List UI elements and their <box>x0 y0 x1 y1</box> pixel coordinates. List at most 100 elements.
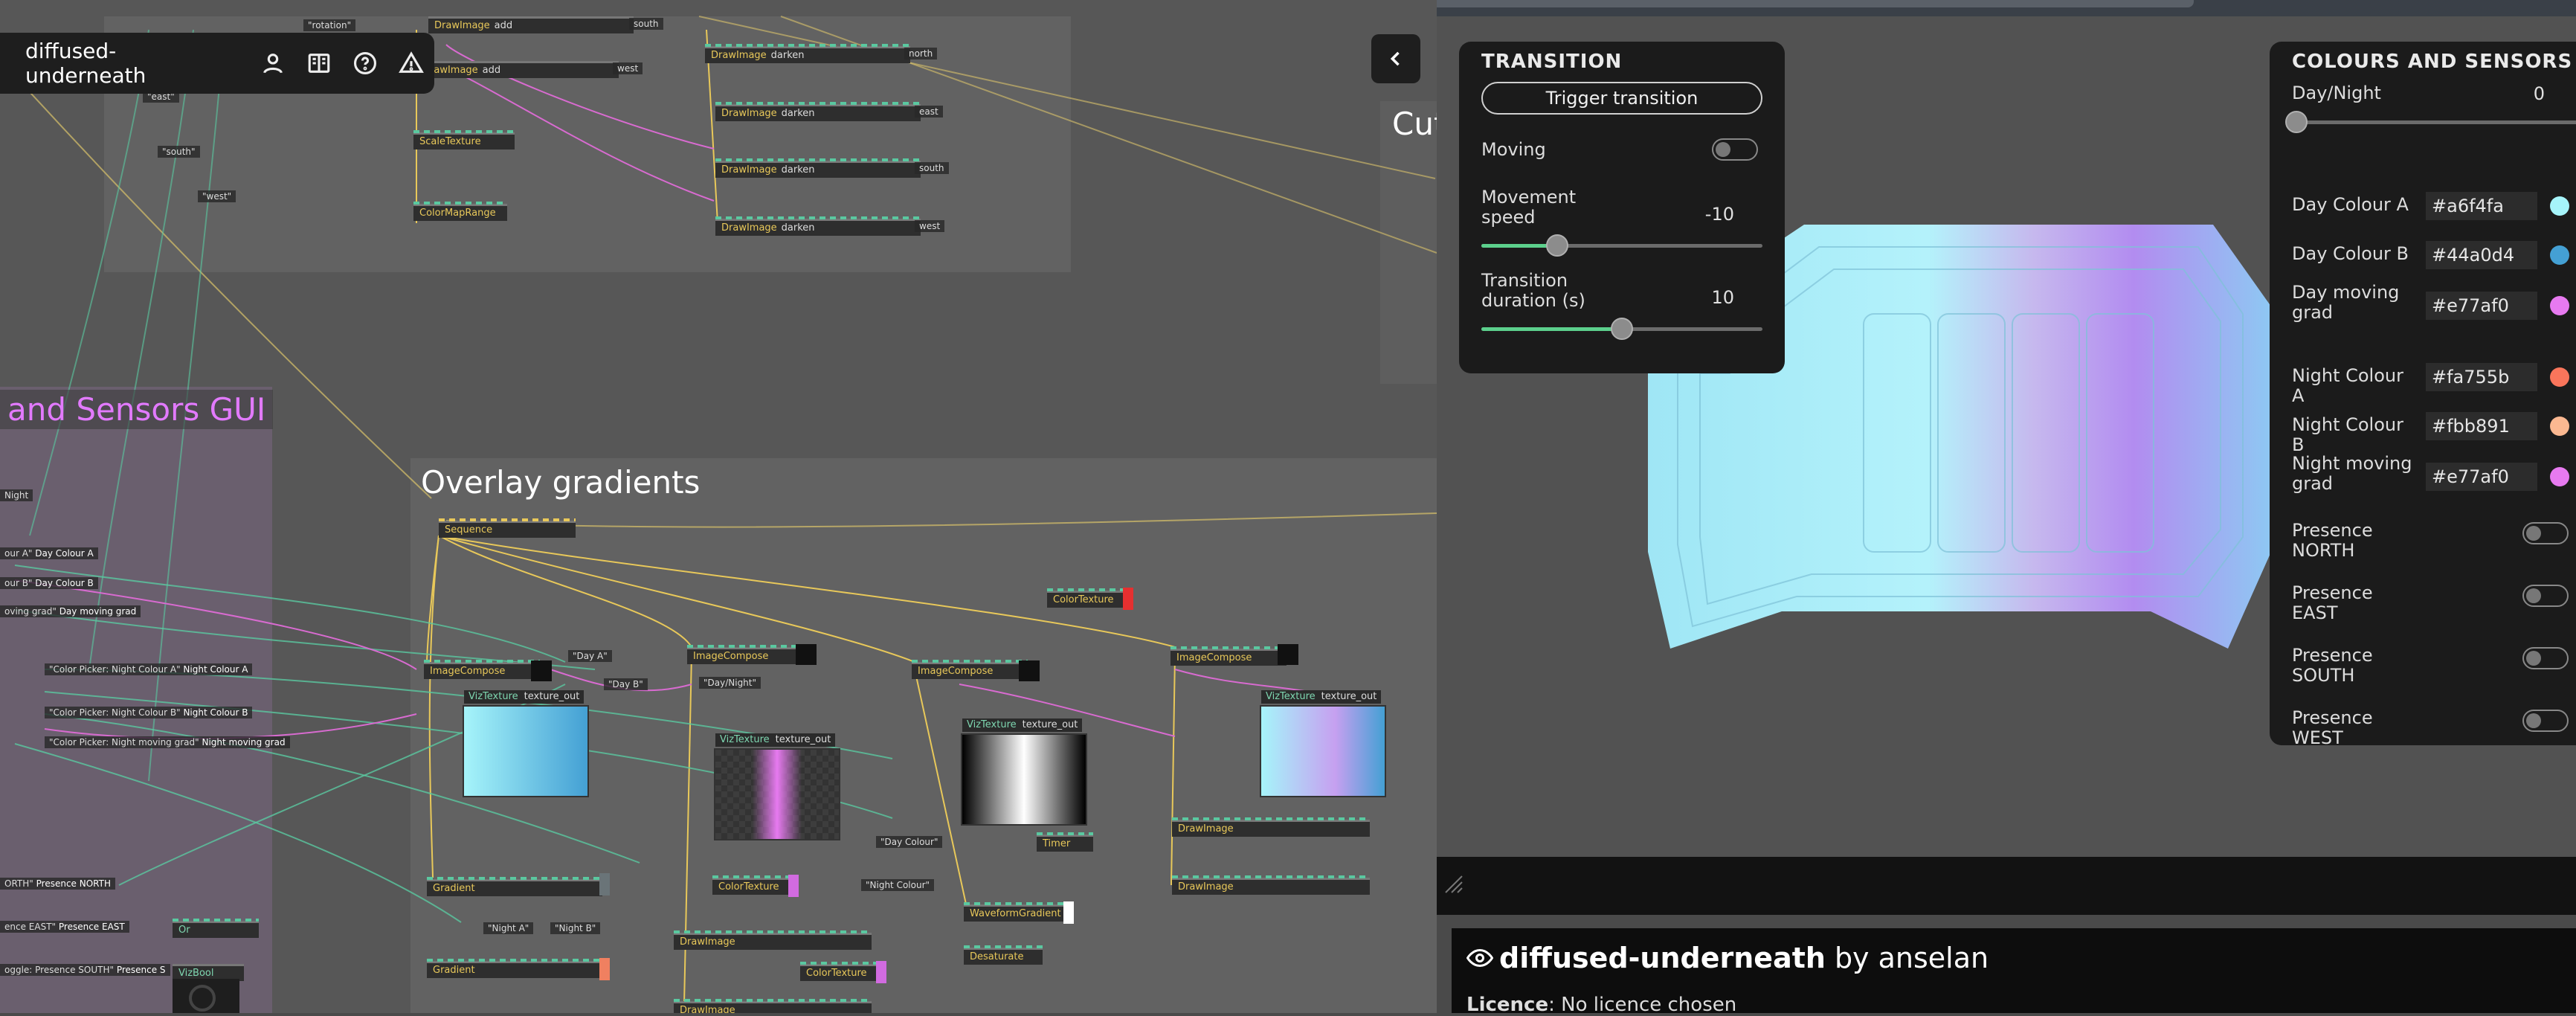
collapse-panel-button[interactable] <box>1371 34 1420 83</box>
op-drawimage-darken-east[interactable]: DrawImage darken <box>715 102 921 121</box>
string-daynight[interactable]: "Day/Night" <box>699 677 761 689</box>
patch-editor[interactable]: "rotation" "east" "south" "west" DrawIma… <box>0 0 1437 1013</box>
op-colortexture-2[interactable]: ColorTexture <box>712 875 799 895</box>
op-or[interactable]: Or <box>173 919 259 938</box>
string-day-a[interactable]: "Day A" <box>568 650 612 662</box>
string-night-colour[interactable]: "Night Colour" <box>861 879 935 891</box>
help-icon[interactable] <box>351 48 379 78</box>
project-name[interactable]: diffused-underneath <box>25 39 227 88</box>
colour-swatch[interactable] <box>2550 367 2569 387</box>
colour-swatch[interactable] <box>2550 296 2569 315</box>
op-ports[interactable] <box>1047 588 1133 591</box>
op-sequence[interactable]: Sequence <box>439 518 576 538</box>
gui-tag-day-colour-b[interactable]: our B" Day Colour B <box>0 577 98 589</box>
gui-tag-presence-north[interactable]: ORTH" Presence NORTH <box>0 878 115 890</box>
op-imagecompose-4[interactable]: ImageCompose <box>1171 646 1287 666</box>
op-drawimage-ov-2[interactable]: DrawImage <box>674 999 872 1013</box>
op-ports[interactable] <box>1037 832 1093 835</box>
op-ports[interactable] <box>715 158 921 161</box>
op-ports[interactable] <box>173 919 259 922</box>
op-scaletexture[interactable]: ScaleTexture <box>413 130 515 149</box>
op-ports[interactable] <box>413 130 515 133</box>
op-ports[interactable] <box>427 959 602 962</box>
viztexture-3-header[interactable]: VizTexture texture_out <box>962 718 1083 732</box>
trigger-transition-button[interactable]: Trigger transition <box>1481 82 1762 115</box>
duration-slider[interactable] <box>1481 318 1762 340</box>
subpatch-title-overlay[interactable]: Overlay gradients <box>413 463 707 502</box>
string-day-colour[interactable]: "Day Colour" <box>876 836 943 848</box>
colour-swatch[interactable] <box>2550 245 2569 265</box>
viztexture-4-header[interactable]: VizTexture texture_out <box>1261 690 1382 704</box>
colour-hex-input[interactable]: #e77af0 <box>2426 292 2537 320</box>
op-ports[interactable] <box>439 518 576 521</box>
string-west[interactable]: "west" <box>198 190 236 202</box>
op-colortexture-3[interactable]: ColorTexture <box>800 962 886 981</box>
info-author[interactable]: by anselan <box>1835 942 1989 974</box>
op-ports[interactable] <box>800 962 886 965</box>
subpatch-title-colour-gui[interactable]: and Sensors GUI <box>0 390 274 429</box>
op-ports[interactable] <box>424 660 540 663</box>
op-ports[interactable] <box>1171 646 1287 649</box>
op-drawimage-darken-west[interactable]: DrawImage darken <box>715 216 921 236</box>
op-drawimage-ov-1[interactable]: DrawImage <box>674 930 872 950</box>
string-night-a[interactable]: "Night A" <box>483 922 534 934</box>
op-desaturate[interactable]: Desaturate <box>964 945 1043 965</box>
op-imagecompose-3[interactable]: ImageCompose <box>912 660 1028 679</box>
op-drawimage-add-south[interactable]: DrawImage add <box>428 16 634 33</box>
string-night-b[interactable]: "Night B" <box>550 922 601 934</box>
op-drawimage-r1[interactable]: DrawImage <box>1172 817 1370 837</box>
daynight-slider[interactable] <box>2285 111 2576 133</box>
op-ports[interactable] <box>964 902 1072 905</box>
colour-hex-input[interactable]: #fbb891 <box>2426 412 2537 440</box>
moving-toggle[interactable] <box>1712 138 1758 161</box>
op-ports[interactable] <box>912 660 1028 663</box>
op-ports[interactable] <box>674 930 872 933</box>
colour-hex-input[interactable]: #fa755b <box>2426 363 2537 391</box>
string-south[interactable]: "south" <box>158 146 200 158</box>
colour-hex-input[interactable]: #e77af0 <box>2426 463 2537 491</box>
op-drawimage-darken-north[interactable]: DrawImage darken <box>705 44 910 63</box>
colour-swatch[interactable] <box>2550 467 2569 486</box>
resize-bar[interactable] <box>1437 857 2576 915</box>
op-gradient-1[interactable]: Gradient <box>427 877 602 896</box>
gui-tag-day-colour-a[interactable]: our A" Day Colour A <box>0 547 98 559</box>
op-imagecompose-1[interactable]: ImageCompose <box>424 660 540 679</box>
slider-thumb[interactable] <box>2285 111 2308 133</box>
speed-slider[interactable] <box>1481 234 1762 257</box>
op-ports[interactable] <box>705 44 910 47</box>
colour-hex-input[interactable]: #44a0d4 <box>2426 241 2537 269</box>
presence-toggle[interactable] <box>2522 522 2569 544</box>
op-drawimage-r2[interactable]: DrawImage <box>1172 875 1370 895</box>
op-ports[interactable] <box>687 645 803 648</box>
op-ports[interactable] <box>674 999 872 1002</box>
op-ports[interactable] <box>1172 817 1370 820</box>
gui-tag-presence-east[interactable]: ence EAST" Presence EAST <box>0 921 129 933</box>
presence-toggle[interactable] <box>2522 710 2569 732</box>
presence-toggle[interactable] <box>2522 585 2569 607</box>
gui-tag-night[interactable]: Night <box>0 489 33 501</box>
string-rotation[interactable]: "rotation" <box>303 19 356 31</box>
gui-tag-night-colour-a[interactable]: "Color Picker: Night Colour A" Night Col… <box>45 663 253 675</box>
op-gradient-2[interactable]: Gradient <box>427 959 602 978</box>
op-drawimage-darken-south[interactable]: DrawImage darken <box>715 158 921 178</box>
warning-icon[interactable] <box>397 48 425 78</box>
gui-tag-presence-south[interactable]: oggle: Presence SOUTH" Presence S <box>0 964 170 976</box>
gui-tag-night-moving-grad[interactable]: "Color Picker: Night moving grad" Night … <box>45 736 290 748</box>
op-ports[interactable] <box>1172 875 1370 878</box>
slider-thumb[interactable] <box>1611 318 1633 340</box>
colour-swatch[interactable] <box>2550 417 2569 436</box>
viztexture-1-header[interactable]: VizTexture texture_out <box>464 690 585 704</box>
op-timer[interactable]: Timer <box>1037 832 1093 852</box>
op-colormaprange[interactable]: ColorMapRange <box>413 202 507 221</box>
presence-toggle[interactable] <box>2522 647 2569 669</box>
op-ports[interactable] <box>715 216 921 219</box>
op-colortexture-top[interactable]: ColorTexture <box>1047 588 1133 608</box>
viztexture-2-header[interactable]: VizTexture texture_out <box>715 733 836 747</box>
op-ports[interactable] <box>427 877 602 880</box>
book-icon[interactable] <box>305 48 333 78</box>
colour-hex-input[interactable]: #a6f4fa <box>2426 192 2537 220</box>
slider-thumb[interactable] <box>1546 234 1569 257</box>
op-ports[interactable] <box>715 102 921 105</box>
op-ports[interactable] <box>413 202 507 205</box>
op-ports[interactable] <box>712 875 799 878</box>
